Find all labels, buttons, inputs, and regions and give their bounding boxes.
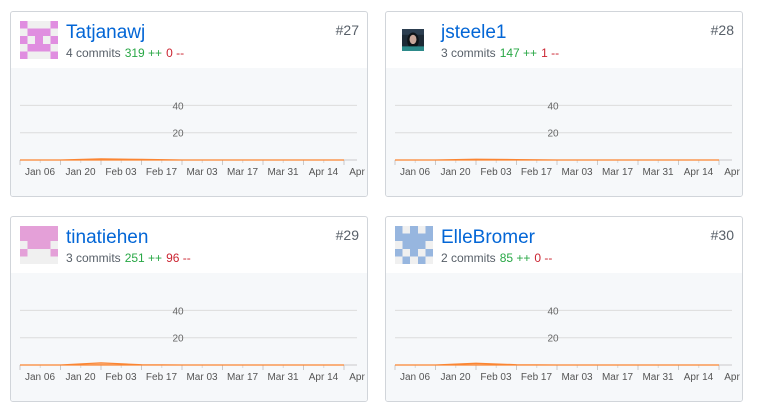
commit-count[interactable]: 3 commits [66,251,121,265]
card-header: tinatiehen 3 commits 251 ++ 96 -- #29 [11,217,367,274]
contributor-rank: #28 [710,22,734,38]
contributor-username-link[interactable]: ElleBromer [441,226,535,250]
x-tick-label: Mar 03 [561,372,593,383]
x-tick-label: Jan 06 [25,372,55,383]
commit-area [20,158,344,161]
x-tick-label: Apr 28 [724,372,742,383]
contribution-stats: 3 commits 147 ++ 1 -- [441,46,559,60]
contributor-rank: #29 [335,227,359,243]
card-header: Tatjanawj 4 commits 319 ++ 0 -- #27 [11,12,367,69]
x-tick-label: Jan 06 [25,167,55,178]
commit-count[interactable]: 2 commits [441,251,496,265]
contribution-chart: 20 40 Jan 06 Jan 20 Feb 03 Feb 17 Mar 03 Mar 17… [11,273,367,401]
contribution-chart: 20 40 Jan 06 Jan 20 Feb 03 Feb 17 Mar 03 Mar 17… [11,68,367,196]
x-tick-label: Feb 17 [521,372,553,383]
chart-svg: 20 40 Jan 06 Jan 20 Feb 03 Feb 17 Mar 03 Mar 17… [394,101,742,178]
contributor-username-link[interactable]: tinatiehen [66,226,148,250]
contributor-card: Tatjanawj 4 commits 319 ++ 0 -- #27 20 40 Ja… [10,11,368,197]
deletions-count: 1 -- [541,46,560,60]
identicon-pink-icon[interactable] [20,226,58,264]
x-tick-label: Feb 03 [480,372,512,383]
x-tick-label: Jan 20 [65,167,95,178]
x-tick-label: Feb 17 [521,167,553,178]
x-tick-label: Apr 14 [684,167,714,178]
x-tick-label: Apr 14 [309,167,339,178]
contribution-stats: 3 commits 251 ++ 96 -- [66,251,191,265]
contributor-rank: #30 [710,227,734,243]
chart-svg: 20 40 Jan 06 Jan 20 Feb 03 Feb 17 Mar 03 Mar 17… [19,306,367,383]
x-tick-label: Jan 20 [440,372,470,383]
y-tick-label: 20 [172,129,184,140]
photo-avatar-icon[interactable] [402,21,424,59]
x-tick-label: Mar 03 [561,167,593,178]
contributor-rank: #27 [335,22,359,38]
y-tick-label: 40 [172,306,184,317]
contribution-stats: 2 commits 85 ++ 0 -- [441,251,552,265]
x-tick-label: Feb 03 [105,372,137,383]
x-tick-label: Mar 03 [186,372,218,383]
deletions-count: 0 -- [166,46,185,60]
x-tick-label: Jan 20 [440,167,470,178]
x-tick-label: Jan 06 [400,167,430,178]
x-tick-label: Mar 17 [602,167,634,178]
x-tick-label: Mar 31 [267,372,299,383]
contributor-card: ElleBromer 2 commits 85 ++ 0 -- #30 20 40 Ja… [385,216,743,402]
chart-svg: 20 40 Jan 06 Jan 20 Feb 03 Feb 17 Mar 03 Mar 17… [19,101,367,178]
x-tick-label: Feb 03 [480,167,512,178]
commit-area [20,362,344,366]
x-tick-label: Mar 17 [227,167,259,178]
x-tick-label: Mar 31 [642,372,674,383]
x-tick-label: Mar 31 [642,167,674,178]
card-header: ElleBromer 2 commits 85 ++ 0 -- #30 [386,217,742,274]
y-tick-label: 40 [172,101,184,112]
contributor-card: jsteele1 3 commits 147 ++ 1 -- #28 20 40 Jan… [385,11,743,197]
chart-svg: 20 40 Jan 06 Jan 20 Feb 03 Feb 17 Mar 03 Mar 17… [394,306,742,383]
card-header: jsteele1 3 commits 147 ++ 1 -- #28 [386,12,742,69]
identicon-magenta-icon[interactable] [20,21,58,59]
y-tick-label: 20 [547,129,559,140]
y-tick-label: 40 [547,101,559,112]
contribution-stats: 4 commits 319 ++ 0 -- [66,46,184,60]
additions-count: 319 ++ [124,46,163,60]
x-tick-label: Mar 17 [227,372,259,383]
x-tick-label: Apr 28 [349,372,367,383]
commit-area [395,362,719,366]
y-tick-label: 20 [547,334,559,345]
y-tick-label: 20 [172,334,184,345]
additions-count: 251 ++ [124,251,163,265]
contribution-chart: 20 40 Jan 06 Jan 20 Feb 03 Feb 17 Mar 03 Mar 17… [386,273,742,401]
contribution-chart: 20 40 Jan 06 Jan 20 Feb 03 Feb 17 Mar 03 Mar 17… [386,68,742,196]
contributor-username-link[interactable]: jsteele1 [441,21,507,45]
contributor-card: tinatiehen 3 commits 251 ++ 96 -- #29 20 40… [10,216,368,402]
commit-count[interactable]: 3 commits [441,46,496,60]
x-tick-label: Apr 14 [309,372,339,383]
contributor-username-link[interactable]: Tatjanawj [66,21,145,45]
additions-count: 147 ++ [499,46,538,60]
x-tick-label: Apr 28 [724,167,742,178]
additions-count: 85 ++ [499,251,531,265]
x-tick-label: Feb 17 [146,167,178,178]
commit-count[interactable]: 4 commits [66,46,121,60]
x-tick-label: Mar 31 [267,167,299,178]
x-tick-label: Apr 28 [349,167,367,178]
identicon-blue-icon[interactable] [395,226,433,264]
x-tick-label: Apr 14 [684,372,714,383]
x-tick-label: Mar 03 [186,167,218,178]
x-tick-label: Jan 06 [400,372,430,383]
x-tick-label: Feb 03 [105,167,137,178]
deletions-count: 96 -- [166,251,191,265]
x-tick-label: Feb 17 [146,372,178,383]
y-tick-label: 40 [547,306,559,317]
x-tick-label: Mar 17 [602,372,634,383]
deletions-count: 0 -- [534,251,553,265]
commit-area [395,158,719,161]
x-tick-label: Jan 20 [65,372,95,383]
